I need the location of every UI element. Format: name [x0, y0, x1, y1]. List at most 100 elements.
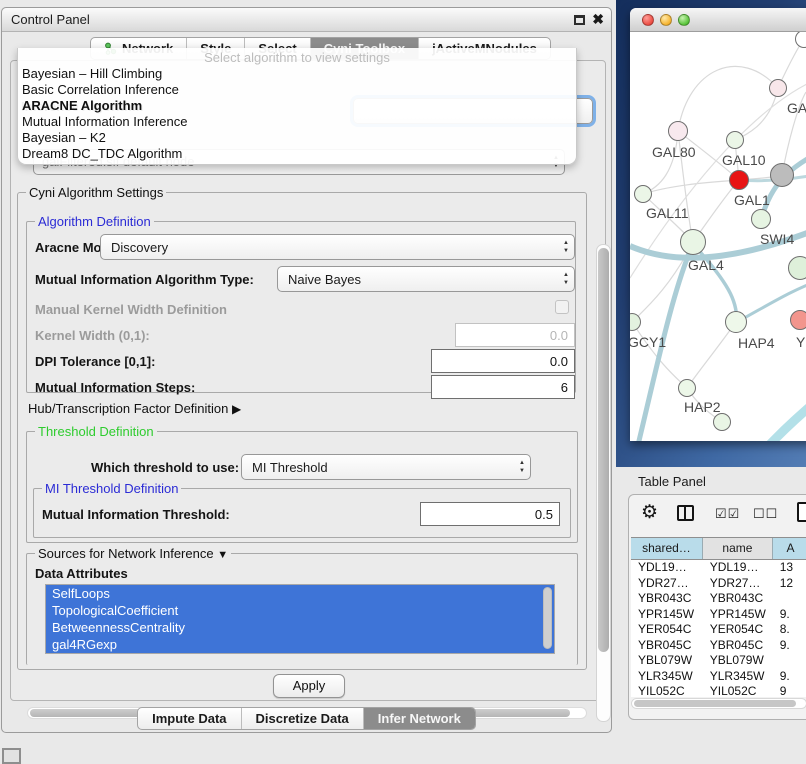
gear-icon[interactable]: ⚙ — [641, 501, 658, 524]
mac-zoom-icon[interactable] — [678, 14, 690, 26]
network-view-window: GALGAL80GAL10GAL1GAL11SWI4GAL4GCY1HAP4YH… — [630, 8, 806, 441]
control-panel-titlebar[interactable]: Control Panel ✖ — [2, 8, 611, 32]
table-cell: 8. — [773, 622, 806, 638]
network-edge[interactable] — [643, 180, 739, 194]
apply-button[interactable]: Apply — [273, 674, 345, 698]
network-node-hap4[interactable] — [725, 311, 747, 333]
table-cell: 13 — [773, 560, 806, 576]
table-horizontal-scrollbar[interactable] — [631, 698, 806, 709]
tab-discretize-data[interactable]: Discretize Data — [242, 708, 364, 729]
table-cell: YPR145W — [703, 607, 773, 623]
column-header-shared[interactable]: shared… — [631, 538, 703, 559]
which-threshold-select[interactable]: MI Threshold ▲▼ — [241, 454, 531, 480]
attribute-item[interactable]: TopologicalCoefficient — [46, 602, 554, 619]
network-edge[interactable] — [643, 131, 678, 194]
algorithm-option[interactable]: Bayesian – K2 — [18, 130, 576, 146]
kernel-width-field[interactable] — [455, 323, 575, 347]
table-cell — [773, 653, 806, 669]
network-node-gal10[interactable] — [726, 131, 744, 149]
mi-type-label: Mutual Information Algorithm Type: — [35, 272, 254, 287]
attribute-item[interactable]: gal4RGexp — [46, 636, 554, 653]
mi-threshold-label: Mutual Information Threshold: — [42, 507, 230, 522]
mi-steps-field[interactable] — [431, 375, 575, 399]
table-row[interactable]: YBR045CYBR045C9. — [631, 638, 806, 654]
mi-threshold-field[interactable] — [420, 502, 560, 526]
network-edge[interactable] — [735, 88, 778, 140]
table-row[interactable]: YER054CYER054C8. — [631, 622, 806, 638]
mi-algorithm-type-select[interactable]: Naive Bayes ▲▼ — [277, 266, 575, 292]
settings-vertical-scrollbar[interactable] — [596, 244, 611, 722]
algorithm-option[interactable]: Mutual Information Inference — [18, 114, 576, 130]
table-row[interactable]: YBR043CYBR043C — [631, 591, 806, 607]
network-node-gal[interactable] — [769, 79, 787, 97]
table-cell: 9. — [773, 669, 806, 685]
attribute-item[interactable]: SelfLoops — [46, 585, 554, 602]
scrollbar-thumb[interactable] — [598, 248, 609, 652]
unchecked-checkboxes-icon[interactable]: ☐☐ — [753, 506, 778, 522]
network-node[interactable] — [713, 413, 731, 431]
dpi-tolerance-field[interactable] — [431, 349, 575, 373]
node-table-window: ⚙ ☑☑ ☐☐ shared…nameA YDL19…YDL19…13YDR27… — [628, 494, 806, 720]
threshold-definition-title: Threshold Definition — [35, 424, 157, 439]
table-row[interactable]: YBL079WYBL079W — [631, 653, 806, 669]
network-node-gal4[interactable] — [680, 229, 706, 255]
node-label: SWI4 — [760, 231, 794, 247]
checked-checkboxes-icon[interactable]: ☑☑ — [715, 506, 740, 522]
table-row[interactable]: YLR345WYLR345W9. — [631, 669, 806, 685]
table-panel: Table Panel ⚙ ☑☑ ☐☐ shared…nameA YDL19…Y… — [616, 467, 806, 762]
control-panel-title: Control Panel — [11, 12, 90, 27]
close-icon[interactable]: ✖ — [592, 11, 604, 28]
column-header-name[interactable]: name — [703, 538, 773, 559]
attribute-item[interactable]: BetweennessCentrality — [46, 619, 554, 636]
tab-infer-network[interactable]: Infer Network — [364, 708, 475, 729]
stepper-icon: ▲▼ — [563, 239, 569, 255]
network-canvas[interactable]: GALGAL80GAL10GAL1GAL11SWI4GAL4GCY1HAP4YH… — [630, 32, 806, 441]
network-node-hap2[interactable] — [678, 379, 696, 397]
scrollbar-thumb[interactable] — [634, 700, 796, 707]
network-window-titlebar[interactable] — [630, 8, 806, 32]
network-node[interactable] — [788, 256, 806, 280]
node-label: GAL4 — [688, 257, 724, 273]
table-cell: YLR345W — [631, 669, 703, 685]
table-cell: YBR045C — [703, 638, 773, 654]
network-node-swi4[interactable] — [751, 209, 771, 229]
table-row[interactable]: YPR145WYPR145W9. — [631, 607, 806, 623]
network-node-y[interactable] — [790, 310, 806, 330]
tab-impute-data[interactable]: Impute Data — [138, 708, 241, 729]
table-cell: 12 — [773, 576, 806, 592]
algorithm-option[interactable]: Bayesian – Hill Climbing — [18, 66, 576, 82]
table-row[interactable]: YDR27…YDR27…12 — [631, 576, 806, 592]
table-cell: YIL052C — [703, 684, 773, 697]
algorithm-option[interactable]: ARACNE Algorithm — [18, 98, 576, 114]
node-label: HAP2 — [684, 399, 721, 415]
algorithm-option[interactable]: Basic Correlation Inference — [18, 82, 576, 98]
collapse-arrow-icon[interactable]: ▼ — [217, 549, 228, 561]
manual-kernel-checkbox[interactable] — [555, 300, 569, 314]
data-attributes-list[interactable]: SelfLoopsTopologicalCoefficientBetweenne… — [45, 584, 555, 654]
table-row[interactable]: YDL19…YDL19…13 — [631, 560, 806, 576]
hub-factor-expander[interactable]: Hub/Transcription Factor Definition ▶ — [28, 401, 241, 416]
table-cell: YER054C — [631, 622, 703, 638]
document-icon[interactable] — [797, 502, 806, 522]
list-scrollbar[interactable] — [543, 587, 552, 649]
network-edge[interactable] — [687, 322, 736, 388]
node-label: GAL10 — [722, 152, 766, 168]
mac-close-icon[interactable] — [642, 14, 654, 26]
network-node-gal1[interactable] — [729, 170, 749, 190]
column-header-A[interactable]: A — [773, 538, 806, 559]
float-window-icon[interactable] — [574, 15, 585, 25]
table-row[interactable]: YIL052CYIL052C9 — [631, 684, 806, 697]
aracne-mode-select[interactable]: Discovery ▲▼ — [100, 234, 575, 260]
network-edge[interactable] — [744, 398, 806, 441]
table-cell — [773, 591, 806, 607]
threshold-definition-group: Threshold Definition Which threshold to … — [26, 431, 578, 543]
table-cell: YER054C — [703, 622, 773, 638]
network-edge[interactable] — [678, 66, 778, 131]
network-node[interactable] — [770, 163, 794, 187]
algorithm-option[interactable]: Dream8 DC_TDC Algorithm — [18, 146, 576, 162]
mac-minimize-icon[interactable] — [660, 14, 672, 26]
table-panel-title: Table Panel — [638, 474, 706, 489]
network-node-gal11[interactable] — [634, 185, 652, 203]
network-node-gal80[interactable] — [668, 121, 688, 141]
columns-icon[interactable] — [677, 505, 694, 521]
